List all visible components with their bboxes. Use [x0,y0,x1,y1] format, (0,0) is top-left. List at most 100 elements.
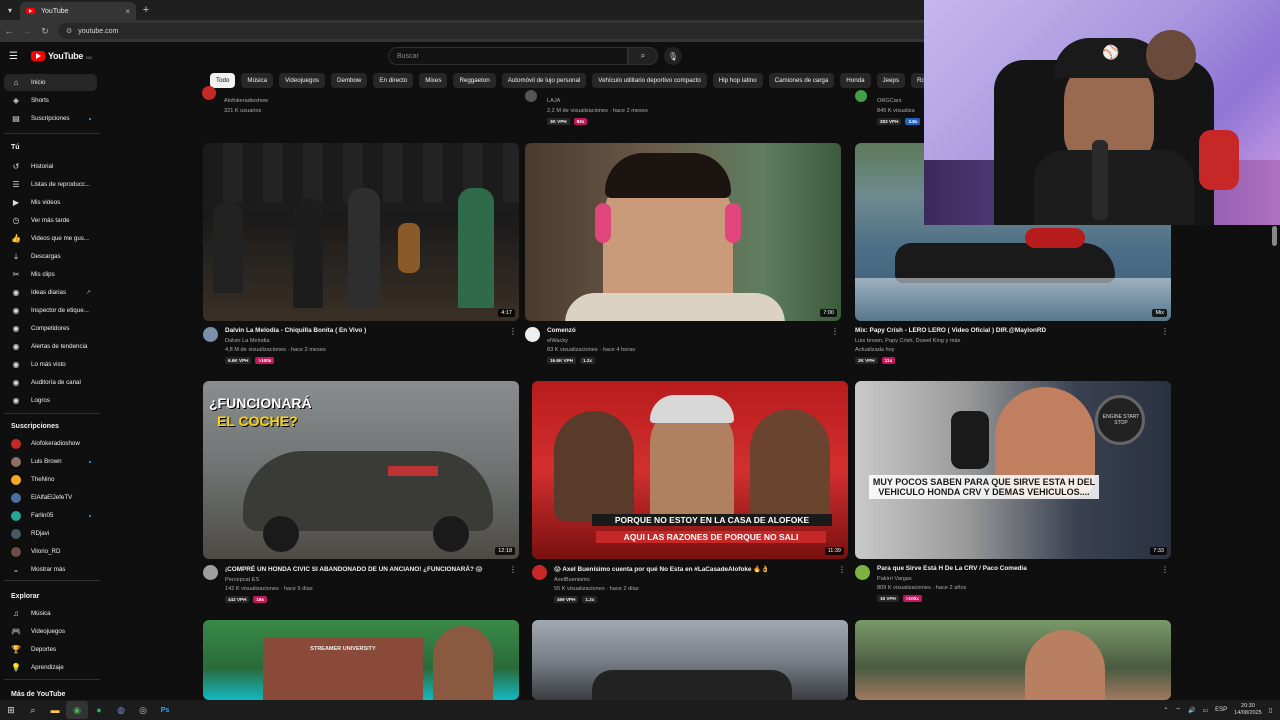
file-explorer-icon[interactable]: ▬ [44,701,66,719]
video-card[interactable]: 7:00 Comenzó elWacky 83 K visualizacione… [525,143,841,364]
subscription-item[interactable]: ElAlfaElJefeTV [4,489,97,506]
sidebar-subscriptions-heading[interactable]: Suscripciones [11,423,59,430]
subscription-item[interactable]: Alofokeradioshow [4,435,97,452]
windows-start-icon[interactable]: ⊞ [0,701,22,719]
language-indicator[interactable]: ESP [1215,707,1227,713]
sidebar-item[interactable]: 💡 Aprendizaje [4,659,97,676]
subscription-item[interactable]: TheNino [4,471,97,488]
partial-channel-3[interactable]: ORGCars [877,98,902,104]
channel-name[interactable]: Pakirri Vargas [877,576,1171,582]
channel-avatar[interactable] [532,565,547,580]
page-scrollbar[interactable] [1272,226,1277,246]
tab-search-icon[interactable]: ▾ [0,0,20,20]
video-title[interactable]: 😱 Axel Buenísimo cuenta por qué No Esta … [554,565,839,573]
channel-avatar[interactable] [525,327,540,342]
search-input[interactable]: Buscar [388,47,628,65]
channel-avatar[interactable] [855,90,867,102]
video-title[interactable]: Comenzó [547,327,832,334]
video-thumbnail[interactable]: ¿FUNCIONARÁ EL COCHE? 12:18 [203,381,519,559]
video-title[interactable]: Mix: Papy Crish - LERO LERO ( Video Ofic… [855,327,1140,334]
photoshop-icon[interactable]: Ps [154,701,176,719]
channel-avatar[interactable] [202,86,216,100]
hamburger-menu-icon[interactable]: ☰ [9,51,25,62]
sidebar-item[interactable]: 🎮 Videojuegos [4,623,97,640]
sidebar-you-heading[interactable]: Tú [11,144,20,151]
video-thumbnail[interactable]: 7:00 [525,143,841,321]
sidebar-item[interactable]: 🏆 Deportes [4,641,97,658]
forward-icon[interactable]: → [18,26,36,36]
sidebar-item[interactable]: ◉ Inspector de etique... [4,302,97,319]
notifications-icon[interactable]: ▯ [1269,707,1272,714]
more-actions-icon[interactable]: ⋮ [838,565,846,574]
partial-channel-2[interactable]: LAJA [547,98,560,104]
more-actions-icon[interactable]: ⋮ [831,327,839,336]
subscription-item[interactable]: Luis Brown [4,453,97,470]
channel-avatar[interactable] [203,327,218,342]
battery-icon[interactable]: ▭ [1202,707,1208,714]
site-info-icon[interactable]: ⚙ [66,27,72,35]
more-actions-icon[interactable]: ⋮ [1161,565,1169,574]
video-thumbnail[interactable]: PORQUE NO ESTOY EN LA CASA DE ALOFOKE AQ… [532,381,848,559]
sidebar-item[interactable]: ☰ Listas de reproducc... [4,176,97,193]
chrome-icon[interactable]: ◉ [66,701,88,719]
video-thumbnail[interactable] [532,620,848,700]
video-thumbnail[interactable]: ENGINE START STOP MUY POCOS SABEN PARA Q… [855,381,1171,559]
video-card[interactable]: ENGINE START STOP MUY POCOS SABEN PARA Q… [855,381,1171,602]
tab-close-icon[interactable]: × [125,7,130,16]
channel-name[interactable]: elWacky [547,338,841,344]
sidebar-item[interactable]: ◉ Lo más visto [4,356,97,373]
discord-icon[interactable]: ◍ [110,701,132,719]
sidebar-item[interactable]: ◉ Auditoría de canal [4,374,97,391]
more-actions-icon[interactable]: ⋮ [509,327,517,336]
obs-icon[interactable]: ◎ [132,701,154,719]
video-thumbnail[interactable]: STREAMER UNIVERSITY [203,620,519,700]
video-card[interactable]: 4:17 Dalvin La Melodia - Chiquilla Bonit… [203,143,519,364]
spotify-icon[interactable]: ● [88,701,110,719]
more-actions-icon[interactable]: ⋮ [509,565,517,574]
video-card[interactable]: ¿FUNCIONARÁ EL COCHE? 12:18 ¡COMPRÉ UN H… [203,381,519,603]
browser-tab-youtube[interactable]: YouTube × [20,2,136,20]
sidebar-item[interactable]: ↺ Historial [4,158,97,175]
sidebar-explore-heading[interactable]: Explorar [11,593,39,600]
sidebar-item[interactable]: ⌂ Inicio [4,74,97,91]
video-card[interactable]: PORQUE NO ESTOY EN LA CASA DE ALOFOKE AQ… [532,381,848,603]
subscription-item[interactable]: Vilorio_RD [4,543,97,560]
subscription-item[interactable]: Farlin05 [4,507,97,524]
tray-overflow-icon[interactable]: ⌃ [1163,707,1168,714]
channel-name[interactable]: Percepcat ES [225,577,519,583]
sidebar-item[interactable]: ⌄ Mostrar más [4,561,97,578]
channel-name[interactable]: Dalvin La Melodia [225,338,519,344]
reload-icon[interactable]: ↻ [36,26,54,37]
video-title[interactable]: Dalvin La Melodia - Chiquilla Bonita ( E… [225,327,510,334]
subscription-item[interactable]: RDjavi [4,525,97,542]
channel-avatar[interactable] [203,565,218,580]
channel-avatar[interactable] [525,90,537,102]
sidebar-item[interactable]: ◷ Ver más tarde [4,212,97,229]
sidebar-item[interactable]: ◈ Shorts [4,92,97,109]
sidebar-item[interactable]: ⤓ Descargas [4,248,97,265]
channel-name[interactable]: Luis brown, Papy Crish, Dowel King y más [855,338,1171,344]
sidebar-item[interactable]: ◉ Competidores [4,320,97,337]
sidebar-item[interactable]: 👍 Videos que me gus... [4,230,97,247]
back-icon[interactable]: ← [0,26,18,36]
sidebar-item[interactable]: ◉ Logros [4,392,97,409]
partial-channel-1[interactable]: Alofokeradioshow [224,98,268,104]
video-thumbnail[interactable] [855,620,1171,700]
youtube-logo[interactable]: YouTube DO [31,51,92,61]
sidebar-item[interactable]: ◉ Ideas diarias ↗ [4,284,97,301]
video-title[interactable]: Para que Sirve Está H De La CRV / Paco C… [877,565,1162,572]
sidebar-item[interactable]: ◉ Alertas de tendencia [4,338,97,355]
network-icon[interactable]: ⌔ [1175,706,1181,714]
sidebar-more-heading[interactable]: Más de YouTube [11,691,65,698]
voice-search-button[interactable]: 🎙 [664,47,682,65]
channel-avatar[interactable] [855,565,870,580]
sidebar-item[interactable]: ▶ Mis videos [4,194,97,211]
volume-icon[interactable]: 🔊 [1188,707,1195,714]
channel-name[interactable]: AxelBuenismo [554,577,848,583]
video-thumbnail[interactable]: 4:17 [203,143,519,321]
address-bar[interactable]: ⚙ youtube.com [58,23,938,39]
new-tab-button[interactable]: + [136,4,156,16]
sidebar-item[interactable]: ▤ Suscripciones [4,110,97,127]
sidebar-item[interactable]: ✂ Mis clips [4,266,97,283]
video-title[interactable]: ¡COMPRÉ UN HONDA CIVIC SI ABANDONADO DE … [225,565,510,573]
